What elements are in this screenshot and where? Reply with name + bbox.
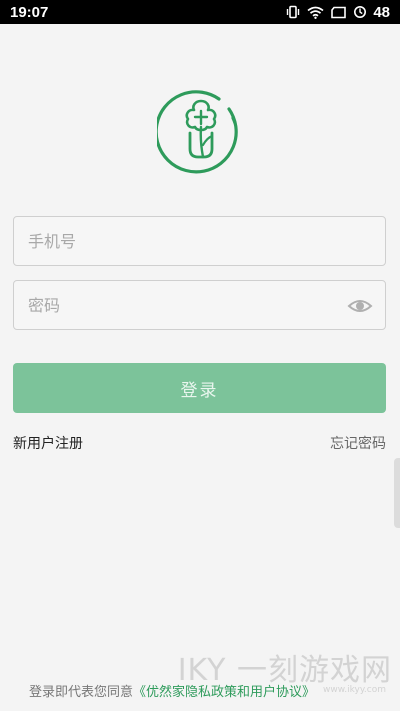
phone-input[interactable]	[14, 217, 385, 265]
password-field-container	[13, 280, 386, 330]
vibrate-icon	[286, 5, 300, 19]
password-input[interactable]	[14, 281, 385, 329]
wifi-icon	[307, 6, 324, 19]
battery-icon	[354, 5, 367, 19]
phone-field-container	[13, 216, 386, 266]
eye-icon[interactable]	[347, 294, 373, 318]
sim-icon	[331, 6, 347, 19]
watermark-url: www.ikyy.com	[323, 685, 386, 695]
login-button[interactable]: 登录	[13, 363, 386, 413]
register-link[interactable]: 新用户注册	[13, 433, 83, 453]
status-icons: 48	[286, 4, 390, 21]
side-drawer-handle[interactable]	[394, 458, 400, 528]
app-logo	[154, 87, 245, 175]
agreement-prefix: 登录即代表您同意	[29, 685, 134, 700]
status-time: 19:07	[10, 3, 49, 21]
agreement-notice: 登录即代表您同意《优然家隐私政策和用户协议》	[29, 681, 315, 700]
agreement-link[interactable]: 《优然家隐私政策和用户协议》	[133, 685, 315, 700]
status-bar: 19:07 48	[0, 0, 400, 24]
battery-level: 48	[373, 3, 390, 21]
forgot-password-link[interactable]: 忘记密码	[330, 433, 386, 453]
tree-flower-logo-icon	[154, 90, 238, 174]
